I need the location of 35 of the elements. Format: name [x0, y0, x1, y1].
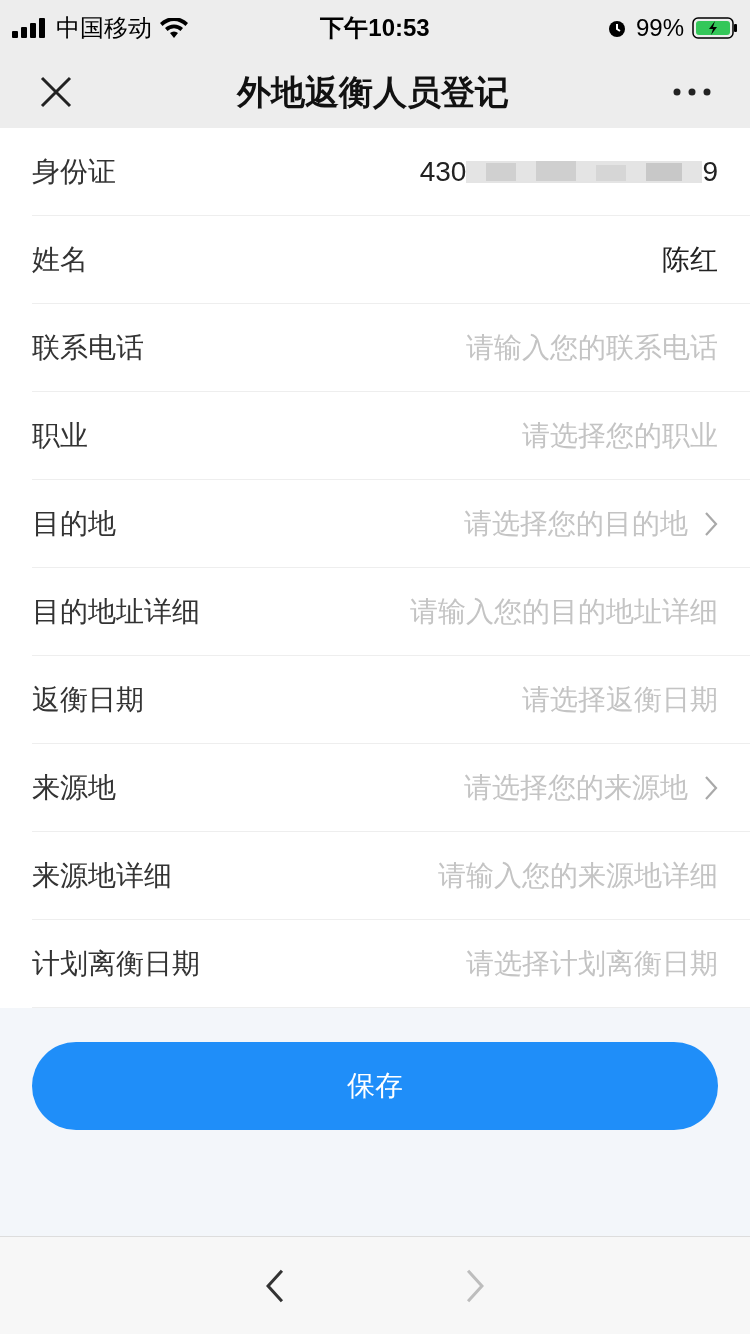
battery-percent: 99% [635, 13, 684, 43]
field-label: 姓名 [32, 242, 88, 277]
select-field[interactable]: 请选择您的职业 [522, 414, 718, 457]
chevron-right-icon [704, 774, 718, 801]
select-field[interactable]: 请选择您的目的地 [464, 502, 718, 545]
field-value: 9 [702, 154, 718, 189]
field-value: 430 [419, 154, 467, 189]
field-label: 目的地 [32, 506, 116, 541]
signal-icon [12, 18, 48, 38]
input-field[interactable]: 请输入您的来源地详细 [318, 854, 718, 897]
save-button[interactable]: 保存 [32, 1042, 718, 1130]
input-field[interactable]: 请输入您的联系电话 [318, 326, 718, 369]
page-title: 外地返衡人员登记 [237, 71, 509, 113]
select-field[interactable]: 请选择计划离衡日期 [466, 942, 718, 985]
carrier-name: 中国移动 [56, 13, 152, 43]
field-label: 来源地 [32, 770, 116, 805]
field-label: 身份证 [32, 154, 116, 189]
field-label: 联系电话 [32, 330, 144, 365]
field-value: 陈红 [662, 242, 718, 277]
field-label: 返衡日期 [32, 682, 144, 717]
field-label: 目的地址详细 [32, 594, 200, 629]
more-icon [673, 88, 711, 96]
field-label: 计划离衡日期 [32, 946, 200, 981]
back-button[interactable] [265, 1267, 285, 1304]
status-time: 下午10:53 [320, 13, 430, 43]
close-icon [40, 76, 72, 108]
input-field[interactable]: 请输入您的目的地址详细 [318, 590, 718, 633]
battery-icon [692, 17, 738, 39]
chevron-right-icon [704, 510, 718, 537]
wifi-icon [160, 18, 188, 38]
field-label: 职业 [32, 418, 88, 453]
select-field[interactable]: 请选择您的来源地 [464, 766, 718, 809]
close-button[interactable] [38, 74, 74, 110]
field-label: 来源地详细 [32, 858, 172, 893]
select-field[interactable]: 请选择返衡日期 [522, 678, 718, 721]
